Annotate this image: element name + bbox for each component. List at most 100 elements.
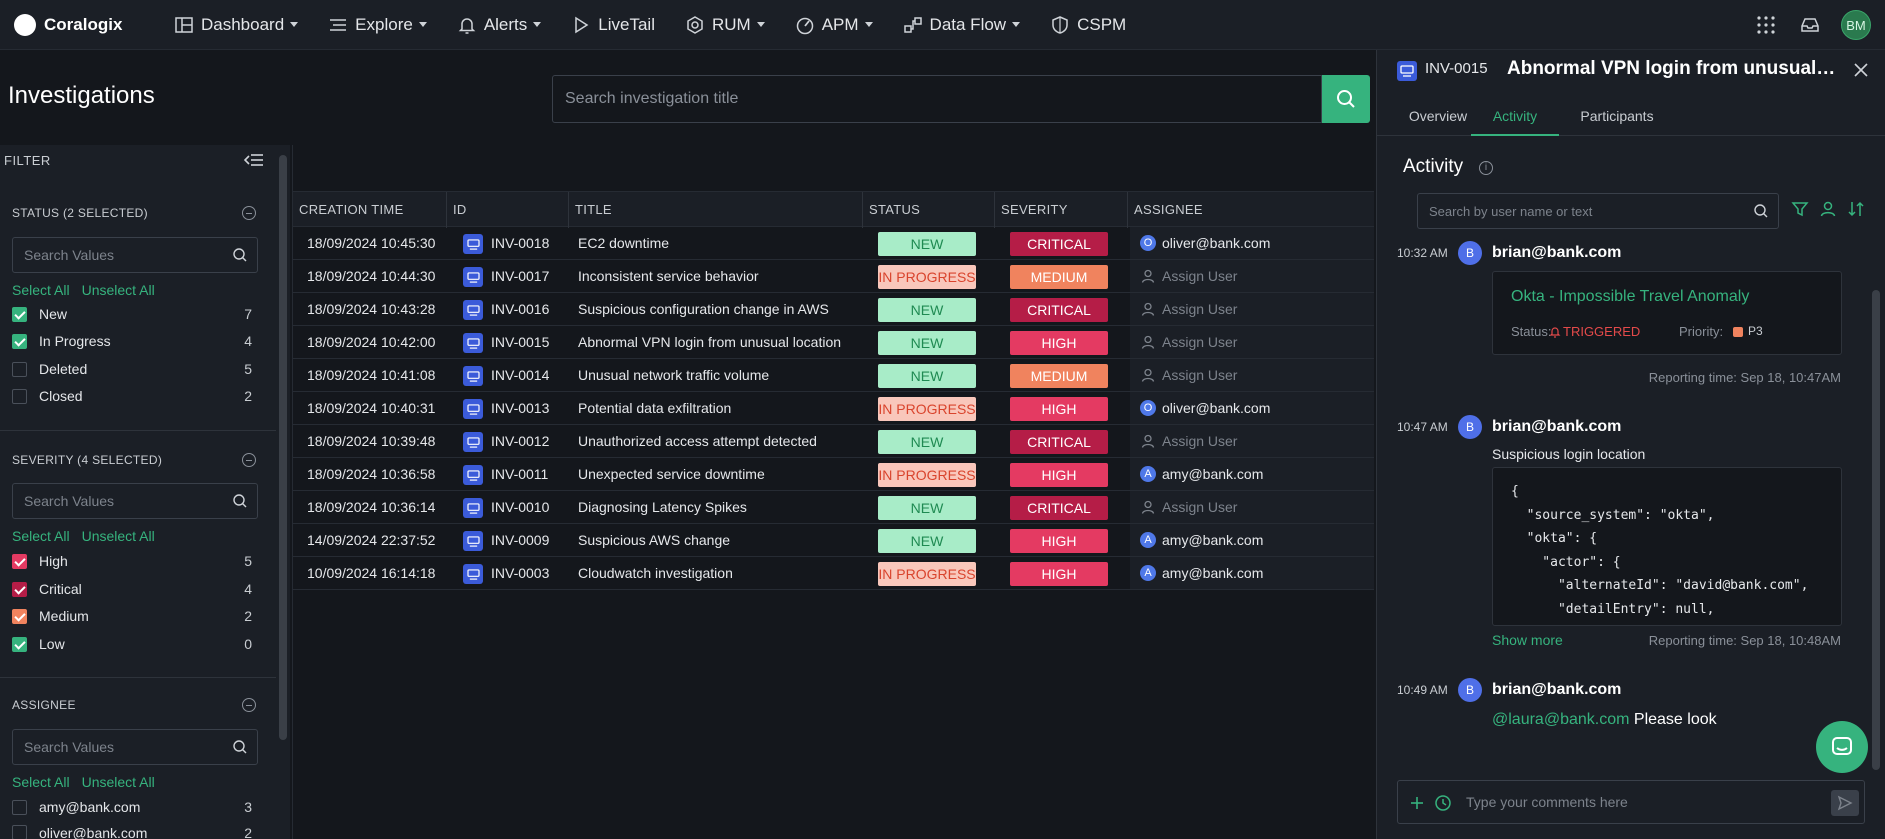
table-row[interactable]: 18/09/2024 10:45:30 INV-0018 EC2 downtime N… [293,227,1374,260]
severity-option-medium[interactable]: Medium 2 [12,606,252,626]
investigation-id[interactable]: INV-0012 [491,425,549,458]
column-header-assignee[interactable]: ASSIGNEE [1128,192,1374,228]
close-icon[interactable] [1853,62,1869,78]
investigation-title[interactable]: Inconsistent service behavior [578,260,759,293]
info-icon[interactable]: i [1479,161,1493,175]
investigation-title[interactable]: Cloudwatch investigation [578,557,733,590]
column-header-creation-time[interactable]: CREATION TIME [293,192,447,228]
unselect-all-link[interactable]: Unselect All [82,282,155,298]
investigation-title[interactable]: Unusual network traffic volume [578,359,769,392]
tab-overview[interactable]: Overview [1393,96,1483,136]
table-row[interactable]: 18/09/2024 10:44:30 INV-0017 Inconsistent … [293,260,1374,293]
column-header-id[interactable]: ID [447,192,569,228]
assignee-cell[interactable]: Ooliver@bank.com [1130,392,1374,424]
status-option-deleted[interactable]: Deleted 5 [12,359,252,379]
investigation-id[interactable]: INV-0015 [491,326,549,359]
checkbox[interactable] [12,361,27,377]
investigation-title[interactable]: Unauthorized access attempt detected [578,425,817,458]
assignee-cell[interactable]: Assign User [1130,491,1374,523]
select-all-link[interactable]: Select All [12,528,70,544]
table-row[interactable]: 18/09/2024 10:41:08 INV-0014 Unusual netwo… [293,359,1374,392]
sort-icon[interactable] [1847,200,1865,218]
send-button[interactable] [1831,790,1859,816]
table-row[interactable]: 18/09/2024 10:42:00 INV-0015 Abnormal VPN … [293,326,1374,359]
status-option-in-progress[interactable]: In Progress 4 [12,331,252,351]
checkbox[interactable] [12,608,27,624]
investigation-title[interactable]: Suspicious AWS change [578,524,730,557]
inbox-icon[interactable] [1799,14,1821,36]
assignee-cell[interactable]: Aamy@bank.com [1130,458,1374,490]
table-row[interactable]: 14/09/2024 22:37:52 INV-0009 Suspicious AW… [293,524,1374,557]
investigation-id[interactable]: INV-0003 [491,557,549,590]
show-more-link[interactable]: Show more [1492,632,1563,648]
collapse-filter-icon[interactable] [244,151,264,169]
assignee-option[interactable]: oliver@bank.com 2 [12,825,252,839]
nav-livetail[interactable]: LiveTail [571,15,655,35]
investigation-id[interactable]: INV-0014 [491,359,549,392]
apps-grid-icon[interactable] [1755,14,1777,36]
activity-search-input[interactable] [1417,193,1779,229]
user-mention[interactable]: @laura@bank.com [1492,711,1629,728]
investigation-search-input[interactable] [552,75,1322,123]
filter-icon[interactable] [1791,200,1809,218]
status-option-closed[interactable]: Closed 2 [12,386,252,406]
search-button[interactable] [1322,75,1370,123]
checkbox[interactable] [12,636,27,652]
investigation-id[interactable]: INV-0011 [491,458,548,491]
severity-option-critical[interactable]: Critical 4 [12,579,252,599]
severity-option-high[interactable]: High 5 [12,551,252,571]
tab-activity[interactable]: Activity [1471,96,1559,136]
alert-card[interactable]: Okta - Impossible Travel Anomaly Status:… [1492,271,1842,355]
assignee-cell[interactable]: Aamy@bank.com [1130,524,1374,556]
assignee-cell[interactable]: Assign User [1130,326,1374,358]
investigation-id[interactable]: INV-0016 [491,293,549,326]
severity-search-input[interactable] [12,483,258,519]
assignee-cell[interactable]: Aamy@bank.com [1130,557,1374,589]
select-all-link[interactable]: Select All [12,282,70,298]
table-row[interactable]: 18/09/2024 10:43:28 INV-0016 Suspicious co… [293,293,1374,326]
assignee-cell[interactable]: Assign User [1130,359,1374,391]
alert-title[interactable]: Okta - Impossible Travel Anomaly [1511,288,1749,306]
table-row[interactable]: 18/09/2024 10:36:14 INV-0010 Diagnosing La… [293,491,1374,524]
nav-alerts[interactable]: Alerts [457,15,542,35]
filter-scrollbar[interactable] [279,155,287,740]
checkbox[interactable] [12,581,27,597]
collapse-section-icon[interactable] [242,698,256,712]
table-row[interactable]: 10/09/2024 16:14:18 INV-0003 Cloudwatch in… [293,557,1374,590]
checkbox[interactable] [12,333,27,349]
nav-cspm[interactable]: CSPM [1050,15,1126,35]
investigation-title[interactable]: Diagnosing Latency Spikes [578,491,747,524]
assignee-search-input[interactable] [12,729,258,765]
investigation-title[interactable]: Unexpected service downtime [578,458,765,491]
nav-data-flow[interactable]: Data Flow [903,15,1021,35]
table-row[interactable]: 18/09/2024 10:36:58 INV-0011 Unexpected se… [293,458,1374,491]
checkbox[interactable] [12,799,27,815]
investigation-id[interactable]: INV-0013 [491,392,549,425]
collapse-section-icon[interactable] [242,206,256,220]
assignee-cell[interactable]: Ooliver@bank.com [1130,227,1374,259]
assignee-cell[interactable]: Assign User [1130,260,1374,292]
user-avatar[interactable]: BM [1841,10,1871,40]
plus-icon[interactable] [1408,794,1426,812]
checkbox[interactable] [12,306,27,322]
investigation-title[interactable]: Potential data exfiltration [578,392,731,425]
brand[interactable]: Coralogix [14,13,144,36]
unselect-all-link[interactable]: Unselect All [82,528,155,544]
assignee-option[interactable]: amy@bank.com 3 [12,797,252,817]
investigation-id[interactable]: INV-0017 [491,260,549,293]
investigation-title[interactable]: EC2 downtime [578,227,669,260]
status-search-input[interactable] [12,237,258,273]
assignee-cell[interactable]: Assign User [1130,425,1374,457]
status-option-new[interactable]: New 7 [12,304,252,324]
user-filter-icon[interactable] [1819,200,1837,218]
investigation-id[interactable]: INV-0009 [491,524,549,557]
table-row[interactable]: 18/09/2024 10:39:48 INV-0012 Unauthorized … [293,425,1374,458]
investigation-title[interactable]: Suspicious configuration change in AWS [578,293,829,326]
tab-participants[interactable]: Participants [1567,96,1667,136]
investigation-id[interactable]: INV-0018 [491,227,549,260]
checkbox[interactable] [12,553,27,569]
activity-scrollbar[interactable] [1872,290,1880,770]
investigation-title[interactable]: Abnormal VPN login from unusual location [578,326,841,359]
assignee-cell[interactable]: Assign User [1130,293,1374,325]
investigation-id[interactable]: INV-0010 [491,491,549,524]
